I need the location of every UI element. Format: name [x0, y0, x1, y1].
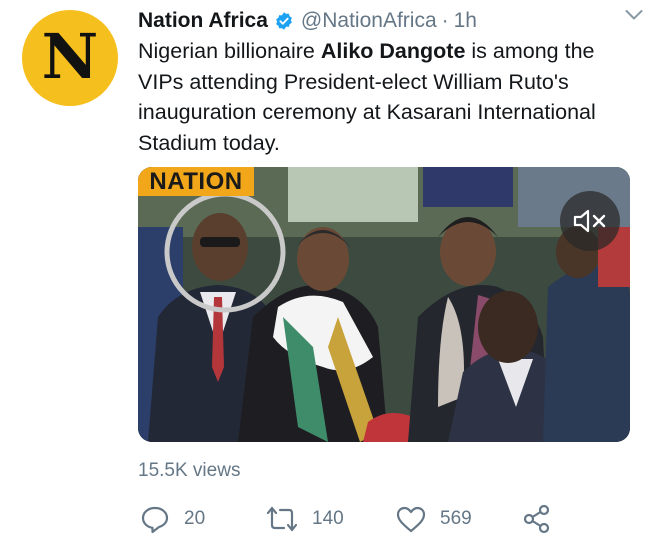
share-button[interactable]	[522, 502, 552, 536]
chevron-down-icon[interactable]	[623, 4, 645, 26]
share-icon	[523, 504, 550, 534]
tweet-text-part-1: Nigerian billionaire	[138, 39, 321, 63]
retweet-icon	[266, 506, 298, 532]
retweet-button[interactable]: 140	[266, 502, 344, 536]
timestamp[interactable]: 1h	[454, 9, 477, 33]
video-thumbnail[interactable]: NATION	[138, 167, 630, 442]
tweet-actions: 20 140 569	[138, 502, 578, 536]
tweet-text: Nigerian billionaire Aliko Dangote is am…	[138, 36, 638, 158]
retweet-count: 140	[312, 508, 344, 529]
author-handle[interactable]: @NationAfrica	[301, 9, 437, 33]
separator-dot: ·	[441, 9, 449, 32]
reply-icon	[141, 506, 169, 534]
verified-badge-icon	[274, 11, 294, 31]
reply-button[interactable]: 20	[140, 502, 205, 536]
video-scene-image	[138, 167, 630, 442]
author-name[interactable]: Nation Africa	[138, 9, 268, 33]
avatar-letter: N	[41, 20, 99, 93]
like-button[interactable]: 569	[396, 502, 472, 536]
reply-count: 20	[184, 508, 206, 529]
tweet-header: Nation Africa @NationAfrica · 1h	[138, 6, 631, 36]
like-count: 569	[440, 508, 472, 529]
like-icon	[396, 506, 426, 533]
mute-button[interactable]	[560, 191, 620, 251]
view-count: 15.5K views	[138, 460, 241, 481]
mute-icon	[573, 209, 606, 233]
tweet-text-highlight: Aliko Dangote	[320, 39, 466, 63]
nation-logo-badge: NATION	[138, 167, 254, 196]
avatar[interactable]: N	[22, 10, 118, 106]
